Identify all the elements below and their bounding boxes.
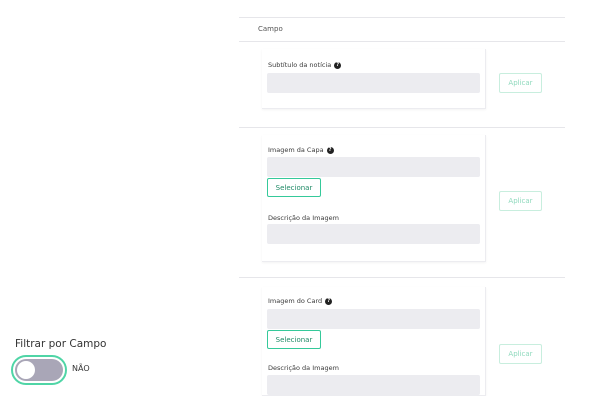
subtitle-input[interactable] [267,73,480,93]
field-label-card-description: Descrição da Imagem [268,364,339,372]
filter-by-field-label: Filtrar por Campo [15,338,107,350]
card-image-input[interactable] [267,309,480,329]
select-cover-image-button[interactable]: Selecionar [267,178,321,197]
cover-description-input[interactable] [267,224,480,244]
apply-button-subtitle[interactable]: Aplicar [499,73,542,93]
cover-image-input[interactable] [267,157,480,177]
field-label-card-image: Imagem do Card ? [268,297,333,305]
field-card-subtitle: Subtítulo da notícia ? [262,49,486,109]
row-divider [239,277,565,278]
question-circle-icon[interactable]: ? [326,146,334,154]
field-label-cover-description: Descrição da Imagem [268,214,339,222]
field-card-cover-image: Imagem da Capa ? Selecionar Descrição da… [262,135,486,262]
field-label-cover-image: Imagem da Capa ? [268,146,334,154]
field-card-card-image: Imagem do Card ? Selecionar Descrição da… [262,287,486,396]
header-divider [239,41,565,42]
column-header-label: Campo [258,25,283,33]
toggle-track [15,359,63,381]
toggle-knob [17,361,35,379]
apply-button-cover-image[interactable]: Aplicar [499,191,542,211]
toggle-state-label: NÃO [72,364,90,373]
apply-button-card-image[interactable]: Aplicar [499,344,542,364]
row-divider [239,127,565,128]
field-label-subtitle: Subtítulo da notícia ? [268,61,342,69]
question-circle-icon[interactable]: ? [325,297,333,305]
question-circle-icon[interactable]: ? [334,61,342,69]
filter-toggle[interactable] [11,355,67,385]
table-column-header: Campo [240,17,565,41]
card-description-input[interactable] [267,375,480,395]
select-card-image-button[interactable]: Selecionar [267,330,321,349]
